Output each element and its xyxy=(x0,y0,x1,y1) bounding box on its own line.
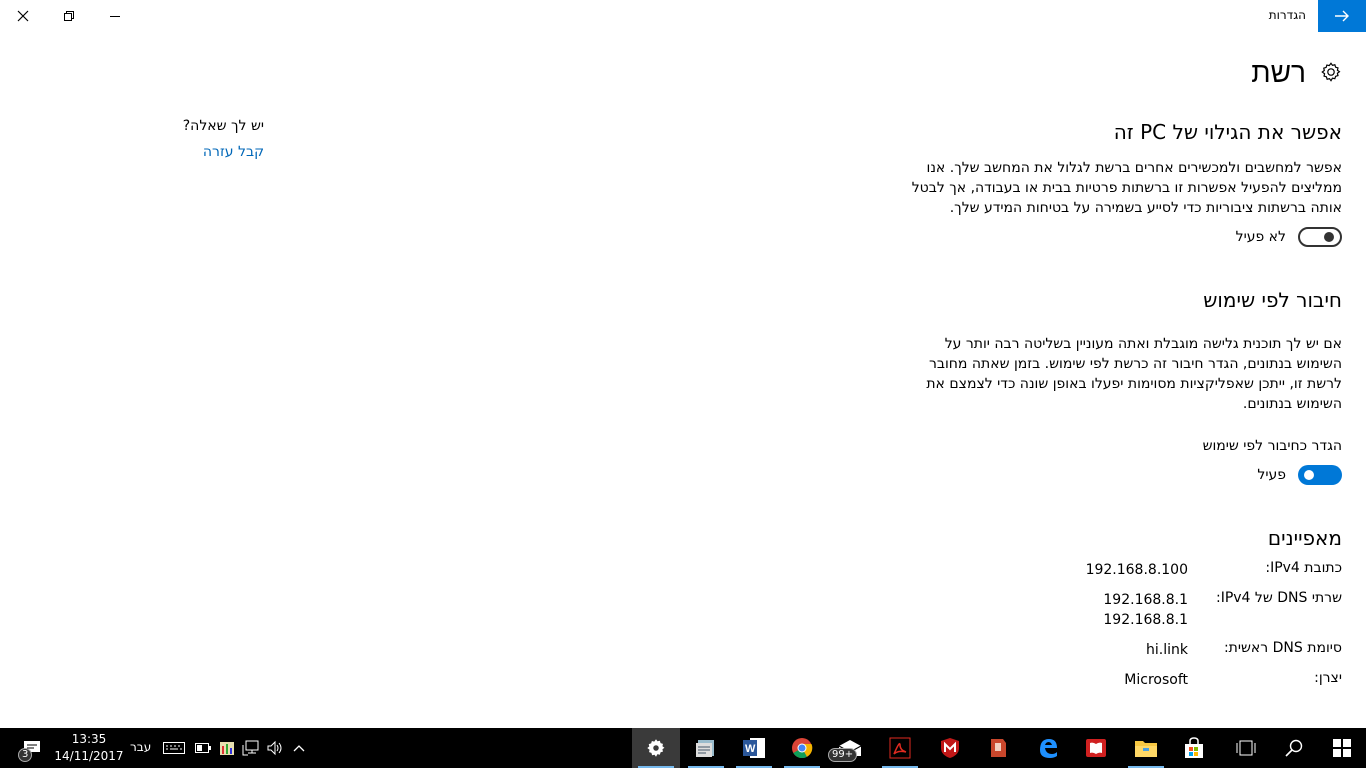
metered-toggle-state: פעיל xyxy=(1257,467,1286,483)
mail-badge: 99+ xyxy=(828,748,858,762)
property-values: hi.link xyxy=(1146,640,1188,660)
property-row-dns-suffix: סיומת DNS ראשית: hi.link xyxy=(882,640,1342,660)
acrobat-app-button[interactable] xyxy=(876,728,924,768)
action-center-button[interactable]: 3 xyxy=(12,728,52,768)
discovery-toggle-row: לא פעיל xyxy=(882,226,1342,248)
property-key: יצרן: xyxy=(1314,670,1342,686)
app-title: הגדרות xyxy=(1268,8,1306,22)
book-icon xyxy=(1086,739,1106,757)
property-values: 192.168.8.1 192.168.8.1 xyxy=(1103,590,1188,630)
minimize-button[interactable] xyxy=(92,0,138,32)
discovery-heading: אפשר את הגילוי של PC זה xyxy=(1113,120,1342,144)
pdf-icon xyxy=(889,737,911,759)
gear-icon xyxy=(647,739,665,757)
clock-time: 13:35 xyxy=(71,732,107,746)
gear-icon xyxy=(1321,62,1341,82)
keyboard-icon[interactable] xyxy=(162,728,186,768)
property-row-dns: שרתי DNS של IPv4: 192.168.8.1 192.168.8.… xyxy=(882,590,1342,630)
store-icon xyxy=(1185,737,1203,758)
word-app-button[interactable]: W xyxy=(730,728,778,768)
close-icon xyxy=(17,10,29,22)
clock[interactable]: 13:35 14/11/2017 xyxy=(52,731,126,765)
metered-heading: חיבור לפי שימוש xyxy=(1203,288,1342,312)
books-app-button[interactable] xyxy=(1072,728,1120,768)
network-page: רשת אפשר את הגילוי של PC זה אפשר למחשבים… xyxy=(882,52,1342,690)
page-header: רשת xyxy=(882,52,1342,92)
arrow-right-icon xyxy=(1335,10,1349,22)
discovery-toggle-state: לא פעיל xyxy=(1235,229,1286,245)
property-key: סיומת DNS ראשית: xyxy=(1223,640,1342,656)
property-value: 192.168.8.1 xyxy=(1103,612,1188,628)
property-value: hi.link xyxy=(1146,642,1188,658)
properties-heading: מאפיינים xyxy=(1267,526,1342,550)
property-value: 192.168.8.100 xyxy=(1085,562,1188,578)
discovery-toggle[interactable] xyxy=(1298,227,1342,247)
search-icon xyxy=(1285,739,1303,757)
minimize-icon xyxy=(110,16,120,17)
title-bar: הגדרות xyxy=(0,0,1366,32)
task-view-icon xyxy=(1236,740,1256,756)
word-icon: W xyxy=(743,738,765,758)
page-title: רשת xyxy=(1251,55,1306,89)
property-key: כתובת IPv4: xyxy=(1265,560,1342,576)
folder-icon xyxy=(1135,741,1157,757)
property-value: Microsoft xyxy=(1124,672,1188,688)
get-help-link[interactable]: קבל עזרה xyxy=(178,144,264,160)
search-button[interactable] xyxy=(1270,728,1318,768)
volume-icon[interactable] xyxy=(264,728,286,768)
mcafee-app-button[interactable] xyxy=(926,728,974,768)
properties-list: כתובת IPv4: 192.168.8.100 שרתי DNS של IP… xyxy=(882,560,1342,690)
windows-icon xyxy=(1333,739,1351,757)
property-values: 192.168.8.100 xyxy=(1086,560,1188,580)
bookmark-app-icon xyxy=(991,739,1006,757)
property-row-ipv4: כתובת IPv4: 192.168.8.100 xyxy=(882,560,1342,580)
toggle-knob xyxy=(1324,232,1334,242)
taskbar: 3 13:35 14/11/2017 עבר W 99+ xyxy=(0,728,1366,768)
start-button[interactable] xyxy=(1318,728,1366,768)
red-app-button[interactable] xyxy=(974,728,1022,768)
file-explorer-alt-button[interactable] xyxy=(682,728,730,768)
metered-toggle[interactable] xyxy=(1298,465,1342,485)
mcafee-icon xyxy=(941,738,959,758)
chrome-app-button[interactable] xyxy=(778,728,826,768)
svg-text:W: W xyxy=(745,743,756,755)
close-button[interactable] xyxy=(0,0,46,32)
clock-date: 14/11/2017 xyxy=(54,749,124,763)
store-app-button[interactable] xyxy=(1170,728,1218,768)
metered-description: אם יש לך תוכנית גלישה מוגבלת ואתה מעוניי… xyxy=(926,336,1342,412)
metered-toggle-row: פעיל xyxy=(882,464,1342,486)
settings-window: הגדרות רשת אפשר את הגילוי של PC זה אפשר … xyxy=(0,0,1366,728)
property-row-manufacturer: יצרן: Microsoft xyxy=(882,670,1342,690)
back-button[interactable] xyxy=(1318,0,1366,32)
toggle-knob xyxy=(1304,470,1314,480)
restore-button[interactable] xyxy=(46,0,92,32)
chrome-icon xyxy=(792,738,813,759)
restore-icon xyxy=(64,11,74,21)
file-explorer-button[interactable] xyxy=(1122,728,1170,768)
property-value: 192.168.8.1 xyxy=(1103,592,1188,608)
property-key: שרתי DNS של IPv4: xyxy=(1215,590,1342,606)
app-tray-icon[interactable] xyxy=(216,728,238,768)
task-view-button[interactable] xyxy=(1222,728,1270,768)
discovery-description: אפשר למחשבים ולמכשירים אחרים ברשת לגלול … xyxy=(911,160,1342,216)
chevron-up-icon xyxy=(293,745,305,752)
language-indicator[interactable]: עבר xyxy=(130,740,151,754)
help-panel: יש לך שאלה? קבל עזרה xyxy=(178,118,264,160)
settings-app-button[interactable] xyxy=(632,728,680,768)
metered-setting-label: הגדר כחיבור לפי שימוש xyxy=(1202,438,1342,454)
mail-app-button[interactable]: 99+ xyxy=(826,728,874,768)
battery-icon[interactable] xyxy=(192,728,214,768)
edge-icon xyxy=(1040,739,1057,758)
document-stack-icon xyxy=(696,740,714,757)
show-hidden-icons-button[interactable] xyxy=(288,728,310,768)
network-icon[interactable] xyxy=(240,728,262,768)
edge-app-button[interactable] xyxy=(1024,728,1072,768)
notification-count: 3 xyxy=(18,748,33,762)
property-values: Microsoft xyxy=(1124,670,1188,690)
help-question: יש לך שאלה? xyxy=(182,118,264,134)
